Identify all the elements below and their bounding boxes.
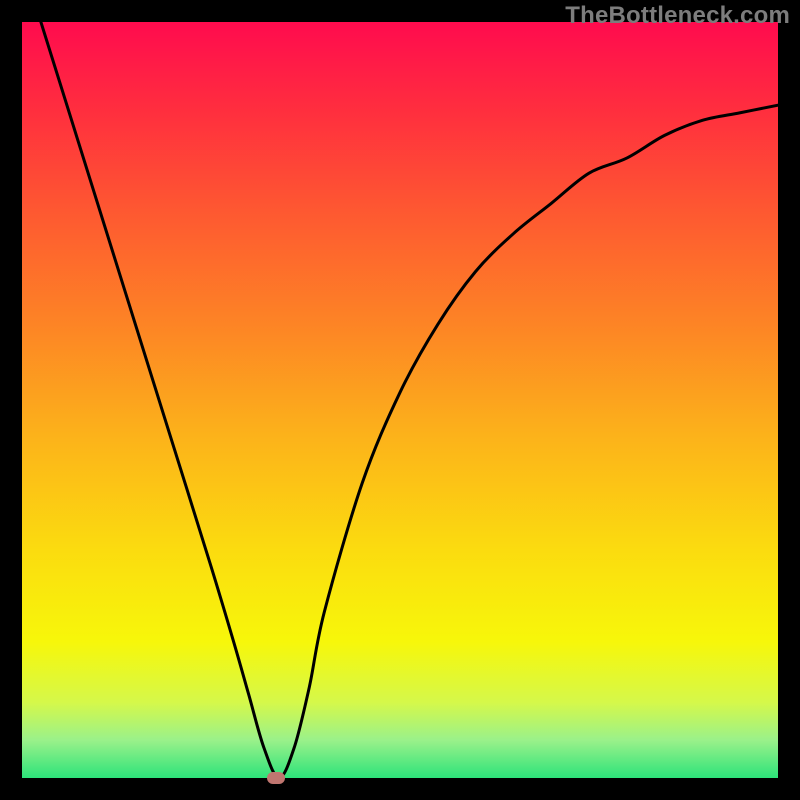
chart-wrapper: TheBottleneck.com [0, 0, 800, 800]
curve-svg [22, 22, 778, 778]
plot-area [22, 22, 778, 778]
minimum-marker [267, 772, 285, 784]
watermark-text: TheBottleneck.com [565, 2, 790, 30]
bottleneck-curve-path [22, 0, 778, 778]
